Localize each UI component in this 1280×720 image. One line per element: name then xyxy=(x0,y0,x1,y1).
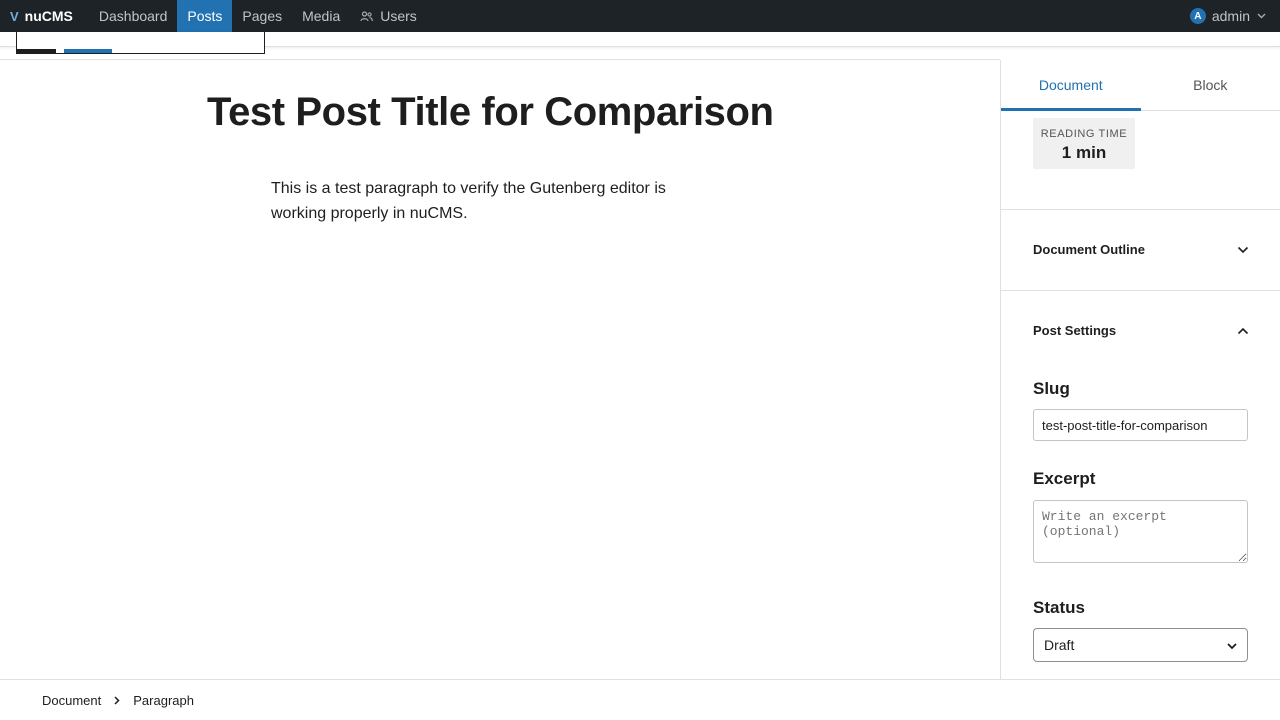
main-nav: Dashboard Posts Pages Media Users xyxy=(89,0,427,32)
chevron-down-icon xyxy=(1257,13,1266,19)
document-outline-label: Document Outline xyxy=(1033,242,1145,257)
block-toolbar[interactable] xyxy=(16,32,265,54)
nav-pages-label: Pages xyxy=(242,8,283,24)
nav-dashboard-label: Dashboard xyxy=(98,8,168,24)
avatar: A xyxy=(1189,8,1206,24)
editor-canvas: Test Post Title for Comparison This is a… xyxy=(0,60,1000,679)
nav-users-label: Users xyxy=(380,8,417,24)
divider xyxy=(1001,290,1280,291)
nav-media[interactable]: Media xyxy=(292,0,350,32)
document-outline-toggle[interactable]: Document Outline xyxy=(1033,242,1249,257)
reading-time-label: READING TIME xyxy=(1040,128,1128,140)
chevron-right-icon xyxy=(114,695,120,705)
admin-bar: V nuCMS Dashboard Posts Pages Media User… xyxy=(0,0,1280,32)
users-icon xyxy=(360,10,374,22)
post-settings-label: Post Settings xyxy=(1033,323,1117,338)
nav-pages[interactable]: Pages xyxy=(232,0,292,32)
status-select[interactable]: Draft xyxy=(1033,628,1248,662)
excerpt-label: Excerpt xyxy=(1033,469,1096,488)
tab-document[interactable]: Document xyxy=(1001,60,1141,111)
tab-document-label: Document xyxy=(1038,77,1103,93)
reading-time-card: READING TIME 1 min xyxy=(1033,118,1135,169)
nucms-logo-icon: V xyxy=(10,8,19,24)
user-name: admin xyxy=(1211,8,1250,24)
nav-media-label: Media xyxy=(302,8,341,24)
block-toolbar-area xyxy=(0,32,1280,54)
status-label: Status xyxy=(1033,598,1085,617)
breadcrumb-paragraph[interactable]: Paragraph xyxy=(133,693,194,708)
block-breadcrumb: Document Paragraph xyxy=(0,679,1280,720)
chevron-down-icon xyxy=(1237,242,1249,257)
toolbar-button-active[interactable] xyxy=(64,49,112,53)
slug-label: Slug xyxy=(1033,379,1070,398)
brand-name: nuCMS xyxy=(24,8,73,24)
post-settings-toggle[interactable]: Post Settings xyxy=(1033,323,1249,338)
chevron-up-icon xyxy=(1237,323,1249,338)
sidebar-tabs: Document Block xyxy=(1001,60,1280,111)
post-title[interactable]: Test Post Title for Comparison xyxy=(207,90,774,135)
user-menu[interactable]: A admin xyxy=(1189,8,1280,24)
brand[interactable]: V nuCMS xyxy=(0,0,89,32)
tab-block[interactable]: Block xyxy=(1141,60,1280,110)
slug-input[interactable] xyxy=(1033,409,1248,441)
breadcrumb-document[interactable]: Document xyxy=(42,693,101,708)
nav-posts-label: Posts xyxy=(187,8,223,24)
nav-users[interactable]: Users xyxy=(350,0,427,32)
tab-block-label: Block xyxy=(1193,77,1228,93)
nav-dashboard[interactable]: Dashboard xyxy=(89,0,178,32)
excerpt-textarea[interactable] xyxy=(1033,500,1248,563)
divider xyxy=(1001,209,1280,210)
paragraph-block[interactable]: This is a test paragraph to verify the G… xyxy=(271,176,701,226)
chevron-down-icon xyxy=(1227,637,1237,653)
settings-sidebar: Document Block READING TIME 1 min Docume… xyxy=(1000,60,1280,679)
status-value: Draft xyxy=(1044,637,1075,653)
reading-time-value: 1 min xyxy=(1061,143,1107,162)
toolbar-button-block-type[interactable] xyxy=(17,49,56,53)
nav-posts[interactable]: Posts xyxy=(177,0,233,32)
